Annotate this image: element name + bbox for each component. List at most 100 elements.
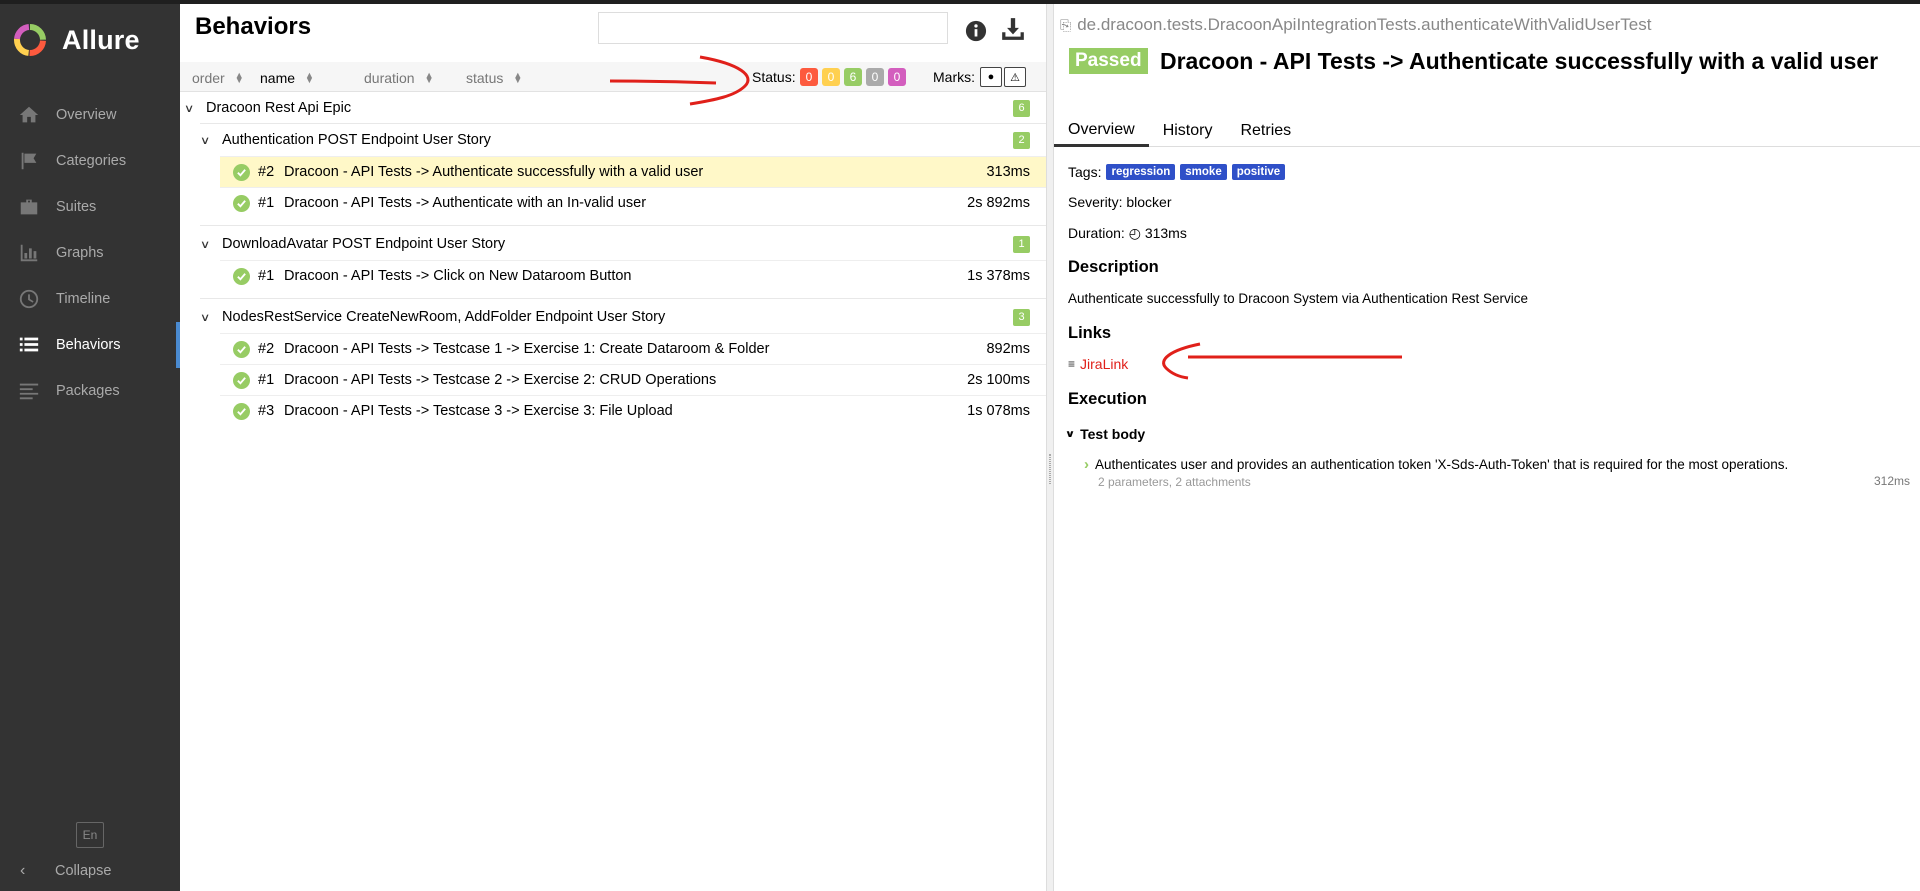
collapse-button[interactable]: ‹ Collapse	[20, 862, 111, 880]
status-skipped-toggle[interactable]: 0	[866, 68, 884, 86]
sidebar-nav: Overview Categories Suites Graphs Timeli…	[0, 92, 180, 414]
test-order: #2	[258, 341, 275, 357]
sort-label: order	[192, 70, 225, 86]
sort-label: status	[466, 70, 504, 86]
status-filter: 0 0 6 0 0	[800, 68, 906, 86]
test-duration: 2s 892ms	[967, 195, 1030, 211]
execution-heading: Execution	[1068, 390, 1147, 408]
sidebar: Allure Overview Categories Suites Graphs…	[0, 4, 180, 891]
tab-retries[interactable]: Retries	[1226, 115, 1305, 147]
description-text: Authenticate successfully to Dracoon Sys…	[1068, 291, 1528, 306]
duration-value: 313ms	[1144, 225, 1187, 241]
page-title: Behaviors	[195, 13, 312, 40]
group-count-badge: 1	[1013, 235, 1030, 253]
marks-filter-label: Marks:	[933, 69, 975, 85]
sidebar-item-graphs[interactable]: Graphs	[0, 230, 180, 276]
test-duration: 1s 378ms	[967, 268, 1030, 284]
test-row[interactable]: #2 Dracoon - API Tests -> Testcase 1 -> …	[220, 333, 1046, 364]
tags-label: Tags:	[1068, 164, 1102, 180]
test-row[interactable]: #3 Dracoon - API Tests -> Testcase 3 -> …	[220, 395, 1046, 426]
sidebar-item-label: Timeline	[56, 291, 111, 307]
sort-duration[interactable]: duration ▲ ▼	[364, 70, 434, 86]
test-order: #1	[258, 195, 275, 211]
splitter-grip[interactable]	[1049, 454, 1051, 484]
group-label: Dracoon Rest Api Epic	[206, 100, 352, 116]
sort-name[interactable]: name ▲ ▼	[260, 70, 314, 86]
detail-tabs: Overview History Retries	[1054, 115, 1920, 147]
home-icon	[18, 104, 40, 126]
step-row[interactable]: › Authenticates user and provides an aut…	[1084, 456, 1910, 489]
sort-toolbar: order ▲ ▼ name ▲ ▼ duration ▲ ▼ status ▲ ▼ Statu…	[180, 62, 1046, 92]
chevron-down-icon: ∨	[199, 134, 211, 147]
step-line: › Authenticates user and provides an aut…	[1084, 456, 1910, 473]
group-label: DownloadAvatar POST Endpoint User Story	[222, 236, 506, 252]
search-input[interactable]	[598, 12, 948, 44]
tree-pane: Behaviors order ▲ ▼ name ▲ ▼ duration ▲ ▼ stat…	[180, 4, 1046, 891]
tag-badge: smoke	[1180, 164, 1227, 180]
sidebar-item-label: Categories	[56, 153, 127, 169]
sidebar-item-categories[interactable]: Categories	[0, 138, 180, 184]
divider	[200, 225, 1046, 226]
sidebar-item-behaviors[interactable]: Behaviors	[0, 322, 180, 368]
severity-text: Severity: blocker	[1068, 194, 1172, 210]
sidebar-item-overview[interactable]: Overview	[0, 92, 180, 138]
jira-link[interactable]: ≡ JiraLink	[1068, 356, 1128, 372]
clock-icon	[18, 288, 40, 310]
flag-icon	[18, 150, 40, 172]
status-filter-label: Status:	[752, 69, 796, 85]
test-row[interactable]: #1 Dracoon - API Tests -> Testcase 2 -> …	[220, 364, 1046, 395]
clock-icon: ◴	[1128, 225, 1141, 241]
test-row[interactable]: #1 Dracoon - API Tests -> Authenticate w…	[220, 187, 1046, 218]
tag-badge: regression	[1106, 164, 1176, 180]
sidebar-item-packages[interactable]: Packages	[0, 368, 180, 414]
test-duration: 1s 078ms	[967, 403, 1030, 419]
tree-group-story[interactable]: ∨ NodesRestService CreateNewRoom, AddFol…	[180, 301, 1046, 333]
sort-label: duration	[364, 70, 415, 86]
language-switch[interactable]: En	[76, 822, 104, 848]
test-row[interactable]: #2 Dracoon - API Tests -> Authenticate s…	[220, 156, 1046, 187]
sort-status[interactable]: status ▲ ▼	[466, 70, 522, 86]
group-count-badge: 3	[1013, 308, 1030, 326]
tag-badge: positive	[1231, 164, 1286, 180]
tab-history[interactable]: History	[1149, 115, 1227, 147]
sidebar-item-label: Behaviors	[56, 337, 121, 353]
full-name-text: de.dracoon.tests.DracoonApiIntegrationTe…	[1077, 15, 1652, 34]
chevron-right-icon: ›	[1084, 456, 1089, 473]
warning-icon[interactable]: ⚠	[1004, 67, 1026, 87]
test-row[interactable]: #1 Dracoon - API Tests -> Click on New D…	[220, 260, 1046, 291]
status-unknown-toggle[interactable]: 0	[888, 68, 906, 86]
tree-group-epic[interactable]: ∨ Dracoon Rest Api Epic 6	[180, 92, 1046, 124]
passed-check-icon	[233, 194, 250, 212]
bar-chart-icon	[18, 242, 40, 264]
passed-check-icon	[233, 340, 250, 358]
copy-icon[interactable]: ⎘	[1060, 17, 1071, 34]
info-icon[interactable]	[965, 20, 987, 42]
test-duration: 892ms	[986, 341, 1030, 357]
chevron-down-icon: ∨	[199, 311, 211, 324]
allure-logo-icon	[14, 24, 46, 56]
status-failed-toggle[interactable]: 0	[800, 68, 818, 86]
download-icon[interactable]	[1000, 16, 1026, 42]
flaky-bomb-icon[interactable]: ●	[980, 67, 1002, 87]
status-broken-toggle[interactable]: 0	[822, 68, 840, 86]
sidebar-item-timeline[interactable]: Timeline	[0, 276, 180, 322]
tree-group-story[interactable]: ∨ DownloadAvatar POST Endpoint User Stor…	[180, 228, 1046, 260]
tab-overview[interactable]: Overview	[1054, 115, 1149, 147]
sidebar-item-suites[interactable]: Suites	[0, 184, 180, 230]
group-count-badge: 6	[1013, 99, 1030, 117]
passed-check-icon	[233, 267, 250, 285]
chevron-down-icon: ∨	[1064, 428, 1076, 440]
pane-splitter[interactable]	[1046, 4, 1054, 891]
tags-row: Tags: regression smoke positive	[1068, 164, 1286, 180]
sort-order[interactable]: order ▲ ▼	[192, 70, 244, 86]
test-body-toggle[interactable]: ∨ Test body	[1064, 426, 1145, 442]
status-badge: Passed	[1069, 48, 1148, 74]
chevron-down-icon: ∨	[199, 238, 211, 251]
passed-check-icon	[233, 371, 250, 389]
divider	[200, 298, 1046, 299]
status-passed-toggle[interactable]: 6	[844, 68, 862, 86]
test-name: Dracoon - API Tests -> Testcase 2 -> Exe…	[284, 372, 717, 388]
test-name: Dracoon - API Tests -> Click on New Data…	[284, 268, 632, 284]
tree-group-story[interactable]: ∨ Authentication POST Endpoint User Stor…	[180, 124, 1046, 156]
app-logo[interactable]: Allure	[12, 22, 140, 58]
